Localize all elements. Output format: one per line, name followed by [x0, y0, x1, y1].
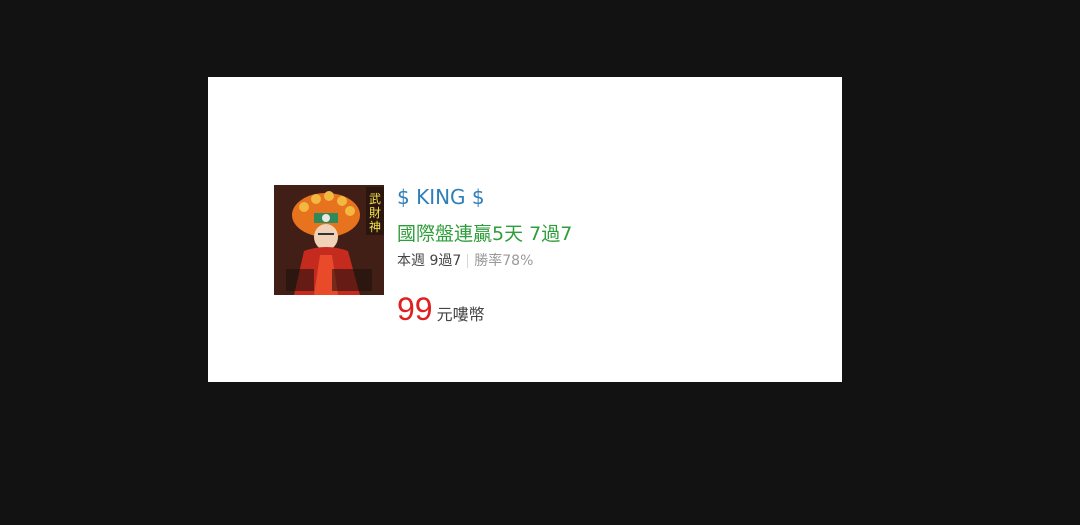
caption-char-1: 武: [369, 192, 381, 206]
deity-portrait-icon: 武 財 神: [274, 185, 384, 295]
stats-row: 本週 9過7 勝率78%: [397, 252, 817, 270]
weekly-record: 本週 9過7: [397, 253, 462, 269]
seller-name-link[interactable]: $ KING $: [397, 185, 817, 209]
product-info: $ KING $ 國際盤連贏5天 7過7 本週 9過7 勝率78% 99 元嘍幣: [397, 185, 817, 326]
product-headline: 國際盤連贏5天 7過7: [397, 223, 573, 245]
seller-avatar[interactable]: 武 財 神: [274, 185, 384, 295]
price-row: 99 元嘍幣: [397, 292, 817, 326]
price-unit: 元嘍幣: [436, 305, 485, 324]
stats-divider: [467, 254, 469, 268]
price-amount: 99: [397, 291, 433, 327]
caption-char-3: 神: [369, 220, 381, 234]
product-card[interactable]: 武 財 神 $ KING $ 國際盤連贏5天 7過7 本週 9過7 勝率78% …: [208, 77, 842, 382]
caption-char-2: 財: [369, 205, 381, 220]
win-rate: 勝率78%: [474, 253, 534, 269]
